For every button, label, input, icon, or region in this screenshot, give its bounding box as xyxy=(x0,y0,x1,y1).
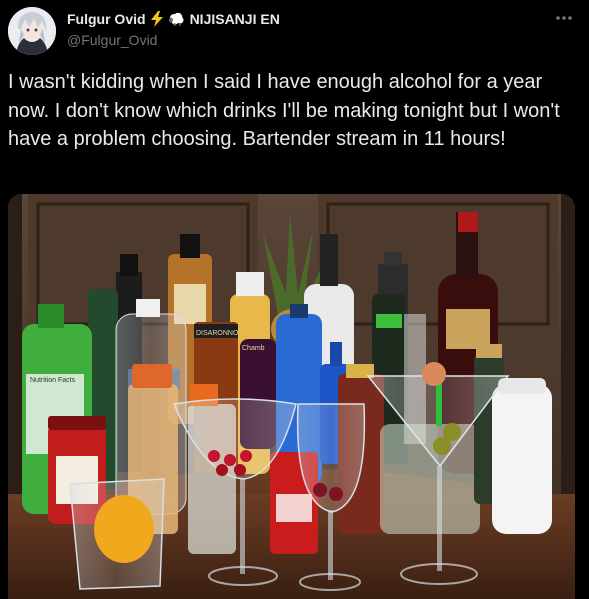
disaronno-label: DISARONNO xyxy=(196,330,239,337)
more-options-button[interactable] xyxy=(551,8,577,28)
lightning-bolt-icon xyxy=(150,11,163,27)
chambord-label: Chamb xyxy=(242,345,265,352)
tweet-card: Fulgur Ovid NIJISANJI EN @Fulgur_Ovid I … xyxy=(0,0,589,599)
avatar[interactable] xyxy=(8,7,56,55)
author-name-row[interactable]: Fulgur Ovid NIJISANJI EN xyxy=(67,11,280,27)
author-handle[interactable]: @Fulgur_Ovid xyxy=(67,32,157,48)
sheep-icon xyxy=(168,12,184,26)
nutrition-label: Nutrition Facts xyxy=(30,377,76,384)
tweet-photo[interactable]: Nutrition Facts DISARONNO Chamb xyxy=(8,194,575,599)
more-options-icon xyxy=(556,16,572,20)
avatar-icon xyxy=(8,7,56,55)
display-name[interactable]: Fulgur Ovid xyxy=(67,11,146,27)
bar-photo: Nutrition Facts DISARONNO Chamb xyxy=(8,194,575,599)
affiliation-label: NIJISANJI EN xyxy=(189,11,280,27)
tweet-text: I wasn't kidding when I said I have enou… xyxy=(8,71,560,150)
